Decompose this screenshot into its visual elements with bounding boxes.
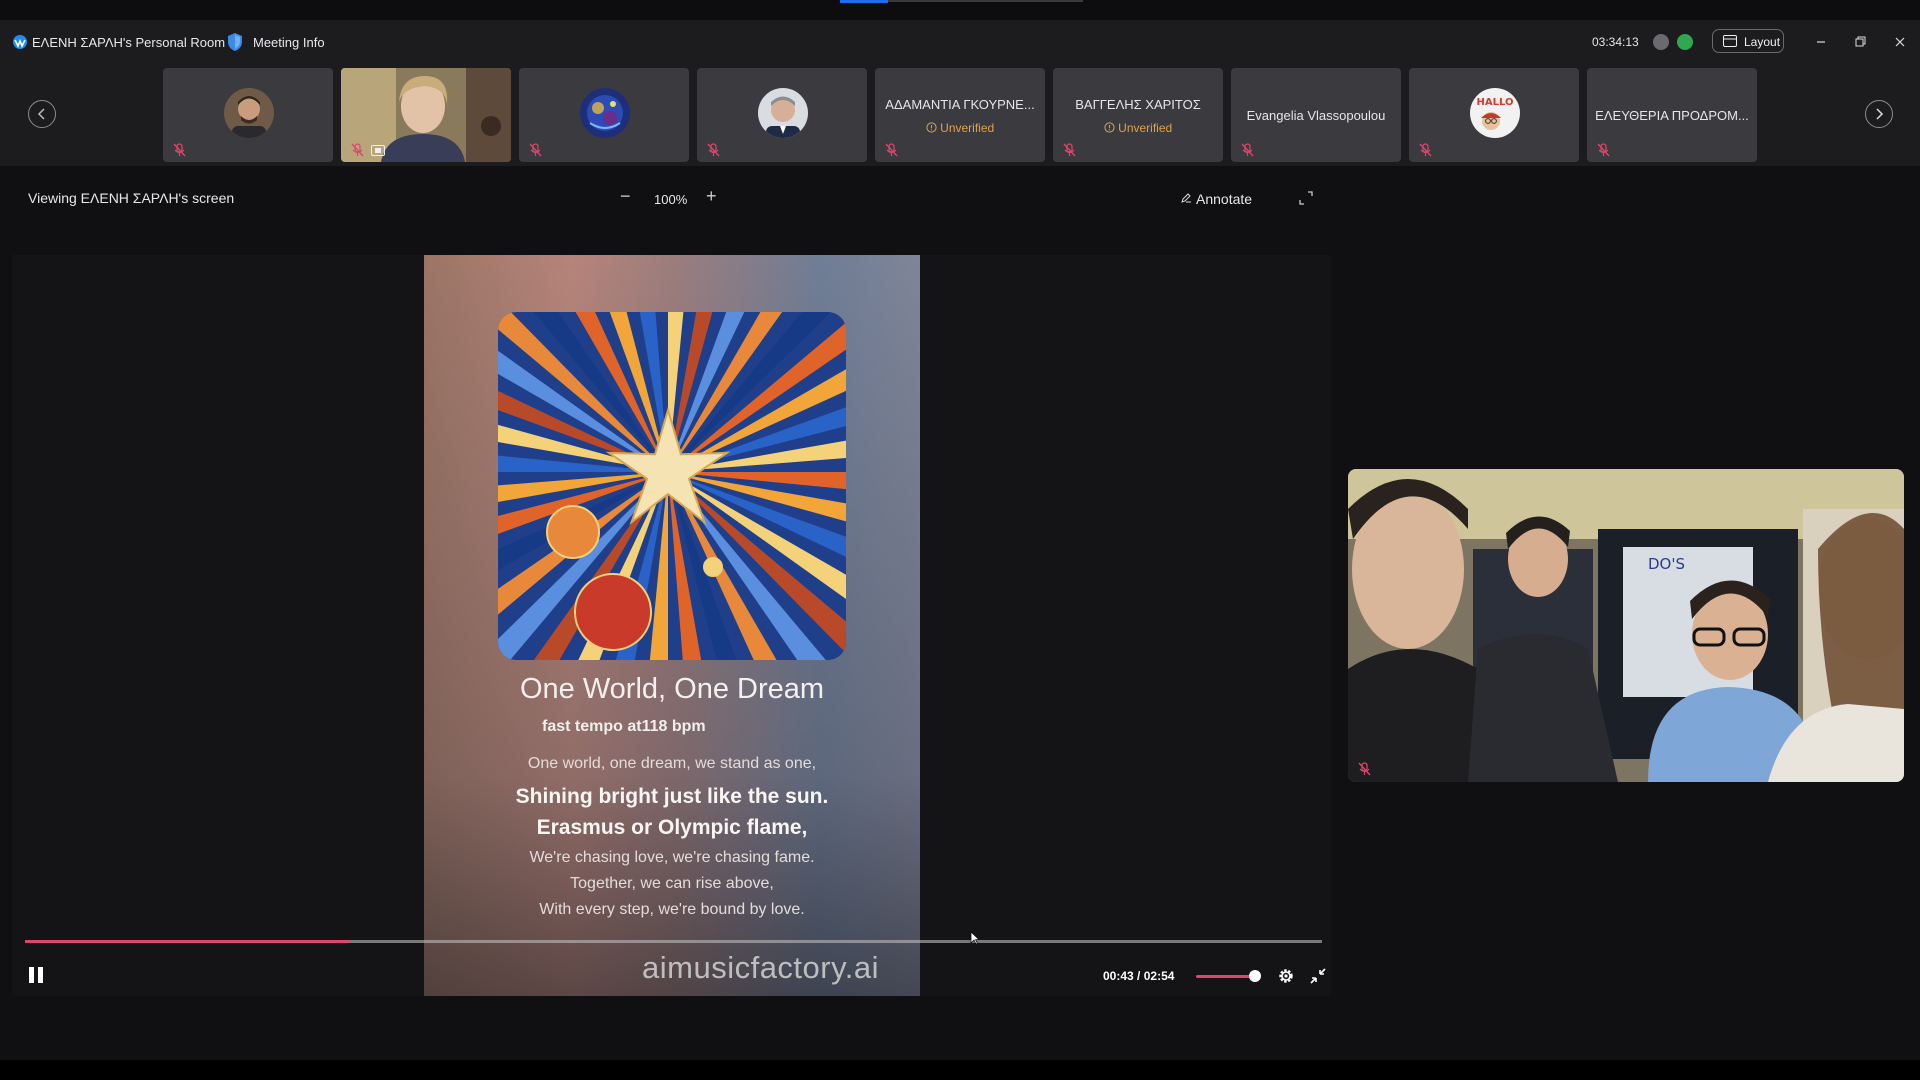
camera-feed: DO'S: [1348, 469, 1904, 782]
lyric-line: We're chasing love, we're chasing fame.: [529, 849, 815, 866]
participant-tile[interactable]: [163, 68, 333, 162]
zoom-in-button[interactable]: +: [706, 186, 717, 207]
participant-video: [341, 68, 511, 162]
exit-fullscreen-icon[interactable]: [1309, 967, 1327, 985]
annotate-button[interactable]: Annotate: [1181, 191, 1253, 207]
pen-icon: [1181, 193, 1191, 203]
muted-mic-icon: [1358, 762, 1371, 776]
artwork-orb: [546, 505, 600, 559]
participant-strip: ΑΔΑΜΑΝΤΙΑ ΓΚΟΥΡΝΕ... Unverified ΒΑΓΓΕΛΗΣ…: [0, 66, 1920, 166]
participant-tile[interactable]: [341, 68, 511, 162]
participant-name: ΕΛΕΥΘΕΡΙΑ ΠΡΟΔΡΟΜ...: [1595, 108, 1749, 123]
participant-tile[interactable]: ΕΛΕΥΘΕΡΙΑ ΠΡΟΔΡΟΜ...: [1587, 68, 1757, 162]
chevron-right-icon: [1875, 107, 1883, 120]
participant-tile[interactable]: [519, 68, 689, 162]
annotate-label: Annotate: [1196, 191, 1253, 207]
participant-tile[interactable]: ΑΔΑΜΑΝΤΙΑ ΓΚΟΥΡΝΕ... Unverified: [875, 68, 1045, 162]
duration: 02:54: [1143, 969, 1175, 983]
lyric-line: Erasmus or Olympic flame,: [536, 816, 808, 839]
warning-icon: [1104, 122, 1115, 133]
playback-time: 00:43 / 02:54: [1103, 969, 1175, 983]
title-bar: ΕΛΕΝΗ ΣΑΡΛΗ's Personal Room Meeting Info…: [0, 20, 1920, 66]
muted-mic-icon: [707, 143, 720, 157]
avatar: [580, 88, 630, 138]
lyric-line: With every step, we're bound by love.: [539, 901, 805, 918]
active-speaker-video[interactable]: DO'S: [1348, 469, 1904, 782]
muted-mic-icon: [351, 143, 364, 157]
participant-name: ΒΑΓΓΕΛΗΣ ΧΑΡΙΤΟΣ: [1075, 97, 1201, 112]
lyric-line: One world, one dream, we stand as one,: [527, 755, 817, 772]
svg-text:HALLO: HALLO: [1477, 97, 1514, 108]
participant-name: Evangelia Vlassopoulou: [1246, 108, 1386, 123]
volume-knob[interactable]: [1249, 970, 1261, 982]
unverified-label: Unverified: [1118, 121, 1173, 135]
participant-tile[interactable]: ΒΑΓΓΕΛΗΣ ΧΑΡΙΤΟΣ Unverified: [1053, 68, 1223, 162]
muted-mic-icon: [1597, 143, 1610, 157]
lyric-line: Shining bright just like the sun.: [515, 785, 829, 808]
unverified-label: Unverified: [940, 121, 995, 135]
layout-button[interactable]: Layout: [1712, 29, 1784, 53]
network-status-icon[interactable]: [1653, 34, 1669, 50]
previous-page-button[interactable]: [28, 100, 56, 128]
layout-icon: [1723, 35, 1737, 47]
volume-slider[interactable]: [1196, 975, 1256, 978]
lyric-line: Together, we can rise above,: [570, 875, 774, 892]
avatar: [758, 88, 808, 138]
gear-icon[interactable]: [1277, 967, 1295, 985]
muted-mic-icon: [1063, 143, 1076, 157]
video-progress-fill: [25, 940, 349, 943]
song-poster: One World, One Dream fast tempo at118 bp…: [424, 255, 920, 996]
zoom-level: 100%: [654, 192, 688, 207]
unverified-badge: Unverified: [875, 121, 1045, 135]
shared-screen[interactable]: One World, One Dream fast tempo at118 bp…: [12, 255, 1331, 996]
song-title: One World, One Dream: [519, 673, 825, 705]
participant-tile[interactable]: [697, 68, 867, 162]
close-icon[interactable]: [1890, 32, 1910, 52]
avatar: HALLO: [1470, 88, 1520, 138]
chevron-left-icon: [37, 107, 45, 120]
screen-share-icon: [371, 145, 385, 156]
participant-name: ΑΔΑΜΑΝΤΙΑ ΓΚΟΥΡΝΕ...: [885, 97, 1035, 112]
muted-mic-icon: [885, 143, 898, 157]
participant-tile[interactable]: Evangelia Vlassopoulou: [1231, 68, 1401, 162]
connection-status-icon[interactable]: [1677, 34, 1693, 50]
expand-icon[interactable]: [1298, 190, 1314, 206]
album-artwork: [498, 312, 846, 660]
top-strip: [0, 0, 1920, 20]
meeting-timer: 03:34:13: [1592, 35, 1639, 49]
layout-label: Layout: [1744, 35, 1781, 49]
window-tab-indicator: [888, 0, 1083, 2]
active-window-indicator: [840, 0, 888, 3]
warning-icon: [926, 122, 937, 133]
pause-button[interactable]: [29, 967, 45, 983]
mouse-cursor-icon: [970, 931, 980, 945]
muted-mic-icon: [1241, 143, 1254, 157]
watermark: aimusicfactory.ai: [642, 950, 880, 985]
avatar: [224, 88, 274, 138]
webex-logo-icon: [13, 35, 27, 49]
muted-mic-icon: [173, 143, 186, 157]
bottom-bar: [0, 1060, 1920, 1080]
muted-mic-icon: [529, 143, 542, 157]
restore-icon[interactable]: [1850, 32, 1870, 52]
participant-tile[interactable]: HALLO: [1409, 68, 1579, 162]
song-tempo: fast tempo at118 bpm: [542, 718, 706, 735]
viewing-label: Viewing ΕΛΕΝΗ ΣΑΡΛΗ's screen: [28, 190, 235, 206]
meeting-info-button[interactable]: Meeting Info: [253, 35, 325, 50]
minimize-icon[interactable]: [1811, 32, 1831, 52]
artwork-orb: [574, 573, 652, 651]
current-time: 00:43: [1103, 969, 1134, 983]
unverified-badge: Unverified: [1053, 121, 1223, 135]
zoom-out-button[interactable]: −: [620, 186, 631, 207]
muted-mic-icon: [1419, 143, 1432, 157]
svg-text:DO'S: DO'S: [1648, 555, 1685, 573]
next-page-button[interactable]: [1865, 100, 1893, 128]
shield-icon[interactable]: [226, 32, 244, 52]
main-stage: Viewing ΕΛΕΝΗ ΣΑΡΛΗ's screen − 100% + An…: [0, 166, 1920, 1060]
artwork-orb: [703, 557, 723, 577]
meeting-room-title: ΕΛΕΝΗ ΣΑΡΛΗ's Personal Room: [32, 35, 226, 50]
